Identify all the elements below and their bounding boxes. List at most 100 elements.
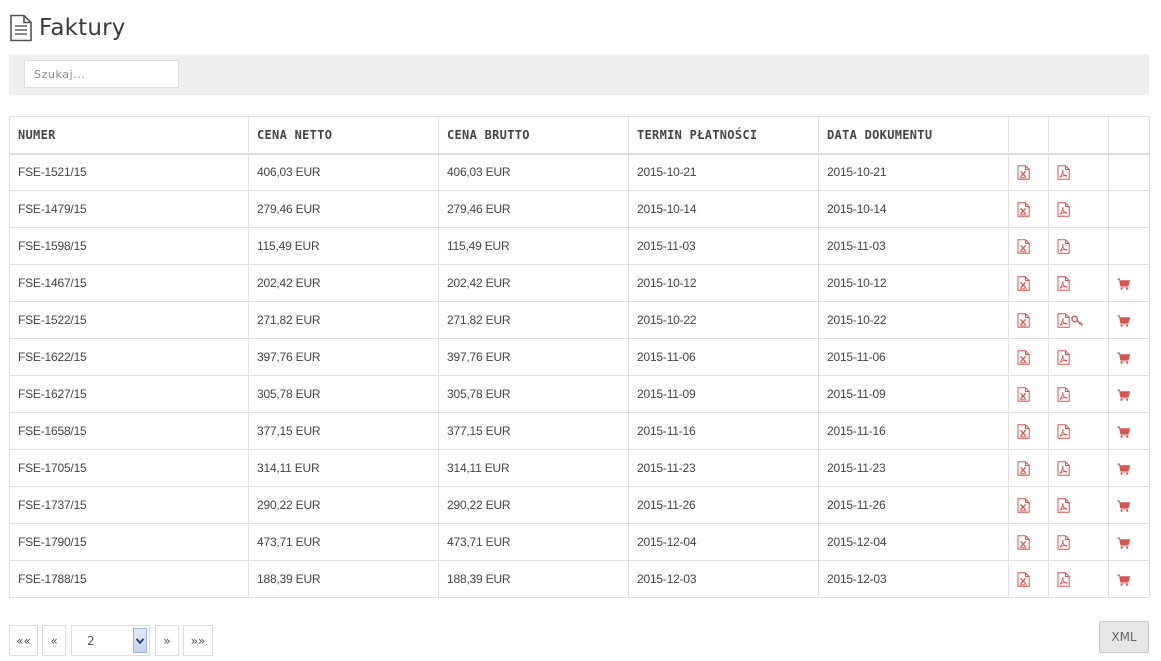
cell-numer: FSE-1522/15 [9,301,249,339]
cell-cena-netto: 305,78 EUR [248,375,439,413]
invoices-table: NUMER CENA NETTO CENA BRUTTO TERMIN PŁAT… [9,116,1150,598]
cell-cart [1108,375,1150,413]
cart-icon[interactable] [1117,574,1130,586]
cell-numer: FSE-1790/15 [9,523,249,561]
cart-icon[interactable] [1117,278,1130,290]
cell-numer: FSE-1737/15 [9,486,249,524]
pdf-file-icon[interactable] [1057,571,1070,587]
page-select-value: 2 [87,633,95,648]
last-page-button[interactable]: »» [183,625,213,656]
cell-data-dokumentu: 2015-11-16 [818,412,1009,450]
page-header: Faktury [9,12,126,44]
cell-data-dokumentu: 2015-11-26 [818,486,1009,524]
table-row: FSE-1627/15 305,78 EUR 305,78 EUR 2015-11-0… [9,375,1150,413]
cell-numer: FSE-1598/15 [9,227,249,265]
table-row: FSE-1790/15 473,71 EUR 473,71 EUR 2015-12-0… [9,523,1150,561]
cell-cena-netto: 279,46 EUR [248,190,439,228]
cell-cart [1108,227,1150,265]
cell-excel [1008,523,1049,561]
pdf-file-icon[interactable] [1057,460,1070,476]
table-row: FSE-1522/15 271,82 EUR 271,82 EUR 2015-10-2… [9,301,1150,339]
next-page-button[interactable]: » [155,625,179,656]
cell-cena-netto: 406,03 EUR [248,153,439,191]
cell-cena-netto: 271,82 EUR [248,301,439,339]
cell-data-dokumentu: 2015-11-23 [818,449,1009,487]
excel-file-icon[interactable] [1017,497,1030,513]
pdf-file-icon[interactable] [1057,312,1070,328]
cell-cart [1108,264,1150,302]
cell-cena-brutto: 406,03 EUR [438,153,629,191]
cell-cena-brutto: 279,46 EUR [438,190,629,228]
key-icon[interactable] [1071,315,1084,326]
search-input[interactable] [24,60,179,88]
excel-file-icon[interactable] [1017,460,1030,476]
pdf-file-icon[interactable] [1057,275,1070,291]
cell-excel [1008,449,1049,487]
excel-file-icon[interactable] [1017,275,1030,291]
cell-cart [1108,338,1150,376]
excel-file-icon[interactable] [1017,423,1030,439]
cell-pdf [1048,227,1109,265]
cell-cena-brutto: 115,49 EUR [438,227,629,265]
cart-icon[interactable] [1117,463,1130,475]
previous-page-button[interactable]: « [42,625,66,656]
cell-termin-platnosci: 2015-11-03 [628,227,819,265]
pdf-file-icon[interactable] [1057,534,1070,550]
excel-file-icon[interactable] [1017,165,1030,180]
excel-file-icon[interactable] [1017,571,1030,587]
column-header-termin-platnosci[interactable]: TERMIN PŁATNOŚCI [628,116,819,155]
excel-file-icon[interactable] [1017,386,1030,402]
cell-excel [1008,375,1049,413]
cart-icon[interactable] [1117,537,1130,549]
pdf-file-icon[interactable] [1057,201,1070,217]
pdf-file-icon[interactable] [1057,497,1070,513]
cell-cena-brutto: 305,78 EUR [438,375,629,413]
cell-numer: FSE-1467/15 [9,264,249,302]
chevron-down-icon[interactable] [133,628,147,653]
excel-file-icon[interactable] [1017,534,1030,550]
cart-icon[interactable] [1117,352,1130,364]
cell-numer: FSE-1788/15 [9,560,249,598]
cell-pdf [1048,412,1109,450]
table-row: FSE-1737/15 290,22 EUR 290,22 EUR 2015-11-2… [9,486,1150,524]
cell-excel [1008,412,1049,450]
cart-icon[interactable] [1117,315,1130,327]
column-header-numer[interactable]: NUMER [9,116,249,155]
cell-pdf [1048,301,1109,339]
cell-cart [1108,560,1150,598]
cell-numer: FSE-1627/15 [9,375,249,413]
cell-data-dokumentu: 2015-11-09 [818,375,1009,413]
cell-cart [1108,486,1150,524]
excel-file-icon[interactable] [1017,238,1030,254]
cell-pdf [1048,264,1109,302]
cart-icon[interactable] [1117,389,1130,401]
cell-cena-brutto: 271,82 EUR [438,301,629,339]
excel-file-icon[interactable] [1017,312,1030,328]
cart-icon[interactable] [1117,426,1130,438]
column-header-data-dokumentu[interactable]: DATA DOKUMENTU [818,116,1009,155]
column-header-cart [1108,116,1150,155]
cell-termin-platnosci: 2015-11-26 [628,486,819,524]
pdf-file-icon[interactable] [1057,349,1070,365]
cell-excel [1008,560,1049,598]
cell-cena-brutto: 290,22 EUR [438,486,629,524]
xml-export-button[interactable]: XML [1099,621,1149,653]
excel-file-icon[interactable] [1017,201,1030,217]
page-select[interactable]: 2 [71,625,150,656]
cell-cena-netto: 290,22 EUR [248,486,439,524]
column-header-cena-netto[interactable]: CENA NETTO [248,116,439,155]
excel-file-icon[interactable] [1017,349,1030,365]
cell-cena-brutto: 314,11 EUR [438,449,629,487]
pdf-file-icon[interactable] [1057,238,1070,254]
pdf-file-icon[interactable] [1057,165,1070,180]
cell-cena-brutto: 397,76 EUR [438,338,629,376]
cell-data-dokumentu: 2015-12-04 [818,523,1009,561]
cell-cart [1108,301,1150,339]
cell-pdf [1048,338,1109,376]
first-page-button[interactable]: «« [9,625,38,656]
pdf-file-icon[interactable] [1057,386,1070,402]
column-header-cena-brutto[interactable]: CENA BRUTTO [438,116,629,155]
pdf-file-icon[interactable] [1057,423,1070,439]
cell-termin-platnosci: 2015-11-09 [628,375,819,413]
cart-icon[interactable] [1117,500,1130,512]
